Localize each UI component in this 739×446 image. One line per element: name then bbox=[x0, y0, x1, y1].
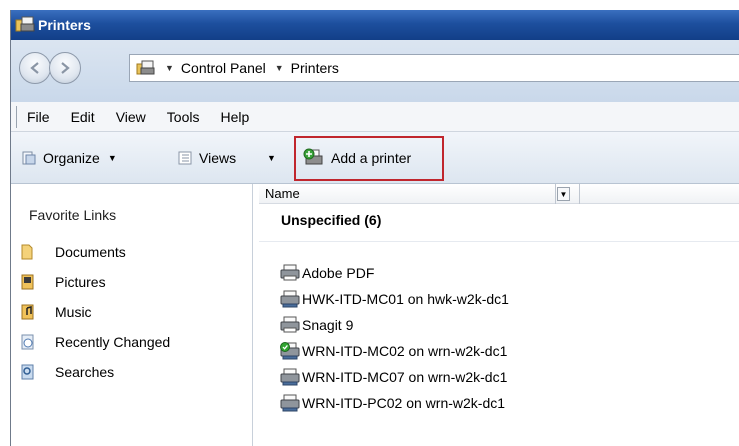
printers-folder-icon bbox=[15, 16, 35, 32]
pictures-folder-icon bbox=[19, 273, 37, 291]
list-item-label: Adobe PDF bbox=[302, 265, 375, 281]
sidebar-item-label: Documents bbox=[55, 244, 126, 260]
column-name-header[interactable]: Name bbox=[265, 186, 300, 201]
printer-icon bbox=[280, 264, 300, 281]
list-item[interactable]: WRN-ITD-MC07 on wrn-w2k-dc1 bbox=[279, 366, 507, 388]
breadcrumb-printers[interactable]: Printers bbox=[291, 60, 339, 76]
menu-help[interactable]: Help bbox=[220, 109, 249, 125]
forward-arrow-icon bbox=[61, 62, 70, 74]
sidebar-item-label: Music bbox=[55, 304, 92, 320]
list-item[interactable]: Snagit 9 bbox=[279, 314, 353, 336]
title-bar: Printers bbox=[11, 10, 739, 40]
views-dropdown-icon[interactable]: ▼ bbox=[267, 146, 276, 170]
list-item-label: WRN-ITD-MC02 on wrn-w2k-dc1 bbox=[302, 343, 508, 359]
menu-view[interactable]: View bbox=[116, 109, 146, 125]
sidebar-item-recently-changed[interactable]: Recently Changed bbox=[19, 330, 170, 354]
group-divider bbox=[259, 241, 739, 242]
breadcrumb-arrow[interactable]: ▼ bbox=[275, 63, 284, 73]
sidebar-item-documents[interactable]: Documents bbox=[19, 240, 126, 264]
forward-button[interactable] bbox=[49, 52, 81, 84]
column-header-row: Name ▼ bbox=[259, 184, 739, 204]
favorite-links-heading: Favorite Links bbox=[29, 207, 117, 223]
organize-icon bbox=[22, 151, 36, 165]
list-item-label: WRN-ITD-PC02 on wrn-w2k-dc1 bbox=[302, 395, 506, 411]
back-button[interactable] bbox=[19, 52, 51, 84]
default-network-printer-icon bbox=[280, 342, 300, 360]
menu-edit[interactable]: Edit bbox=[71, 109, 95, 125]
menu-tools[interactable]: Tools bbox=[167, 109, 200, 125]
recently-changed-icon bbox=[19, 333, 37, 351]
views-label: Views bbox=[199, 150, 237, 166]
list-item-label: WRN-ITD-MC07 on wrn-w2k-dc1 bbox=[302, 369, 508, 385]
views-icon bbox=[178, 151, 192, 165]
breadcrumb-arrow[interactable]: ▼ bbox=[165, 63, 174, 73]
column-divider[interactable] bbox=[555, 184, 556, 204]
command-toolbar: Organize ▼ Views ▼ Add a printer bbox=[11, 132, 739, 184]
navigation-pane: Favorite Links Documents Pictures Music … bbox=[11, 184, 253, 446]
list-item[interactable]: WRN-ITD-PC02 on wrn-w2k-dc1 bbox=[279, 392, 505, 414]
sidebar-item-label: Pictures bbox=[55, 274, 106, 290]
list-item[interactable]: HWK-ITD-MC01 on hwk-w2k-dc1 bbox=[279, 288, 509, 310]
explorer-window: Printers ▼ Control Panel ▼ Printers File… bbox=[10, 10, 739, 446]
list-item[interactable]: Adobe PDF bbox=[279, 262, 374, 284]
highlight-annotation-box bbox=[294, 136, 444, 181]
group-header[interactable]: Unspecified (6) bbox=[281, 212, 381, 228]
network-printer-icon bbox=[280, 290, 300, 308]
column-divider[interactable] bbox=[579, 184, 580, 204]
menu-file[interactable]: File bbox=[27, 109, 50, 125]
documents-folder-icon bbox=[19, 243, 37, 261]
network-printer-icon bbox=[280, 368, 300, 386]
window-title: Printers bbox=[38, 17, 91, 33]
menu-bar: File Edit View Tools Help bbox=[11, 102, 739, 132]
list-item-label: Snagit 9 bbox=[302, 317, 354, 333]
organize-button[interactable]: Organize ▼ bbox=[21, 146, 117, 170]
printer-icon bbox=[280, 316, 300, 333]
sidebar-item-searches[interactable]: Searches bbox=[19, 360, 114, 384]
network-printer-icon bbox=[280, 394, 300, 412]
menu-bar-grip bbox=[16, 106, 17, 128]
column-filter-dropdown[interactable]: ▼ bbox=[557, 187, 570, 201]
organize-dropdown-icon: ▼ bbox=[107, 153, 117, 163]
music-folder-icon bbox=[19, 303, 37, 321]
searches-folder-icon bbox=[19, 363, 37, 381]
list-item[interactable]: WRN-ITD-MC02 on wrn-w2k-dc1 bbox=[279, 340, 507, 362]
sidebar-item-pictures[interactable]: Pictures bbox=[19, 270, 106, 294]
sidebar-item-music[interactable]: Music bbox=[19, 300, 92, 324]
breadcrumb-control-panel[interactable]: Control Panel bbox=[181, 60, 266, 76]
list-item-label: HWK-ITD-MC01 on hwk-w2k-dc1 bbox=[302, 291, 509, 307]
address-bar-area: ▼ Control Panel ▼ Printers bbox=[11, 40, 739, 102]
views-button[interactable]: Views bbox=[177, 146, 236, 170]
address-field[interactable]: ▼ Control Panel ▼ Printers bbox=[129, 54, 739, 82]
sidebar-item-label: Searches bbox=[55, 364, 115, 380]
back-arrow-icon bbox=[30, 62, 39, 74]
file-list-pane: Name ▼ Unspecified (6) Adobe PDF HWK-ITD… bbox=[259, 184, 739, 446]
sidebar-item-label: Recently Changed bbox=[55, 334, 171, 350]
control-panel-printers-icon bbox=[136, 60, 155, 75]
organize-label: Organize bbox=[43, 150, 100, 166]
